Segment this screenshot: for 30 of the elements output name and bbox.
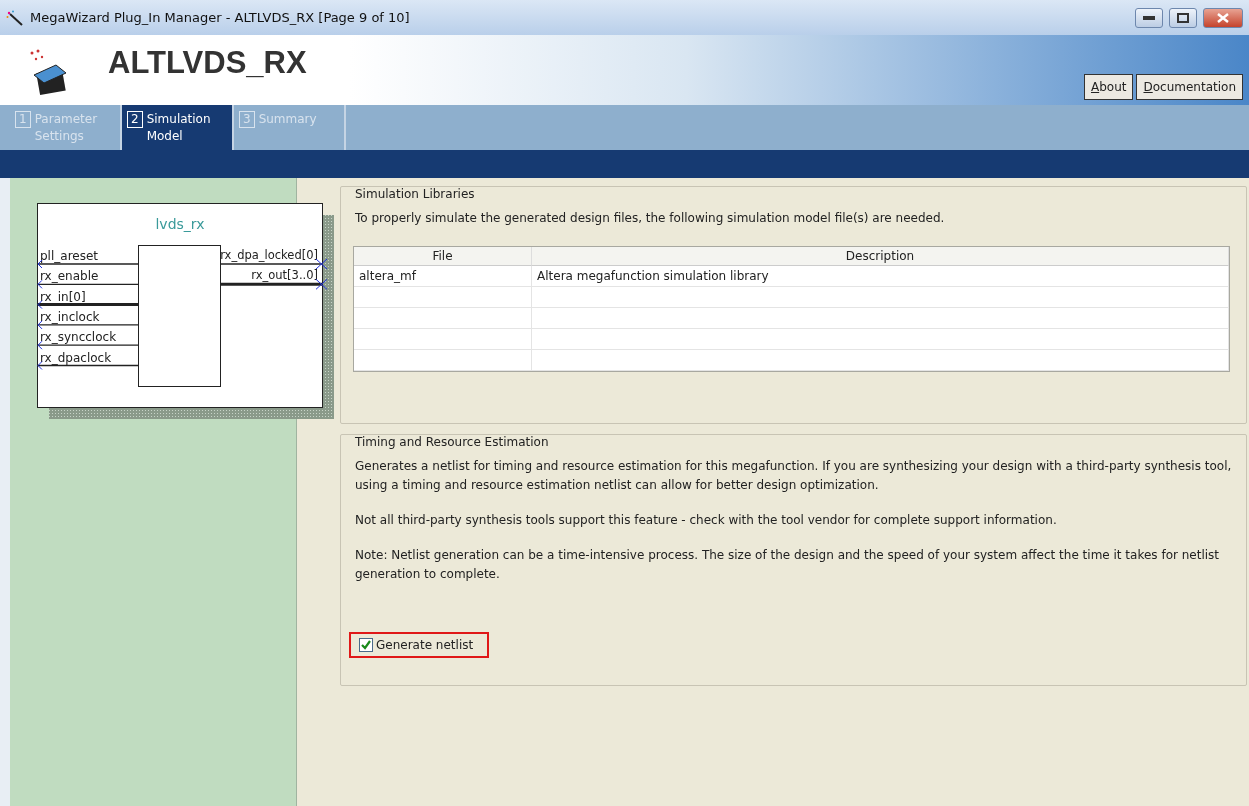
netlist-checkbox[interactable] <box>359 638 373 652</box>
wand-icon <box>6 9 24 26</box>
description-text: Not all third-party synthesis tools support this feature - check with the tool vendor for complete support information. <box>355 512 1058 529</box>
port-label: rx_enable <box>40 269 99 284</box>
block-title: lvds_rx <box>155 216 205 232</box>
port-label: pll_areset <box>40 249 99 263</box>
minimize-button[interactable] <box>1135 7 1163 28</box>
about-button[interactable]: About <box>1083 74 1134 100</box>
column-header: Description <box>532 247 1229 266</box>
checkbox-label: Generate netlist <box>376 638 474 652</box>
window-title: MegaWizard Plug_In Manager - ALTLVDS_RX [Page 9 of 10] <box>30 10 410 25</box>
maximize-icon <box>1177 12 1189 23</box>
port-label: rx_dpaclock <box>40 350 112 365</box>
port-label: rx_syncclock <box>40 330 117 345</box>
table-cell: altera_mf <box>354 266 532 287</box>
description-text: Note: Netlist generation can be a time-intensive process. The size of the design and the speed of your system affect the time it takes for netlist generation to complete. <box>355 547 1221 583</box>
port-label: rx_inclock <box>40 309 100 324</box>
wizard-tab[interactable]: 2 Simulation Model <box>122 105 234 150</box>
maximize-button[interactable] <box>1169 7 1197 28</box>
close-button[interactable] <box>1203 7 1243 28</box>
column-header: File <box>354 247 532 266</box>
port-label: rx_dpa_locked[0] <box>220 248 318 262</box>
description-text: To properly simulate the generated design files, the following simulation model file(s) are needed. <box>355 210 946 227</box>
table-cell: Altera megafunction simulation library <box>532 266 1229 287</box>
close-icon <box>1217 12 1229 23</box>
port-label: rx_out[3..0] <box>251 268 318 283</box>
component-title: ALTLVDS_RX <box>108 45 307 81</box>
documentation-button[interactable]: Documentation <box>1136 74 1243 100</box>
description-text: Generates a netlist for timing and resource estimation for this megafunction. If you are synthesizing your design with a third-party synthesis tool, using a timing and resource estimation netlist can allow for better design optimization. <box>355 458 1233 494</box>
minimize-icon <box>1143 15 1155 20</box>
